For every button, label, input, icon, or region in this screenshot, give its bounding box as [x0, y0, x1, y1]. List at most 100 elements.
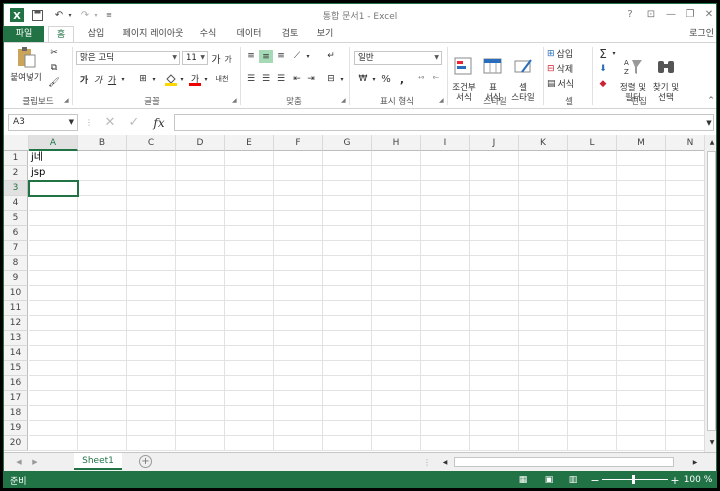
cell-k16[interactable] — [519, 376, 568, 391]
cell-h11[interactable] — [372, 301, 421, 316]
accounting-format-icon[interactable]: ₩ — [356, 73, 370, 85]
insert-function-button[interactable]: fx — [150, 115, 168, 130]
cell-k5[interactable] — [519, 211, 568, 226]
column-header-m[interactable]: M — [617, 135, 666, 151]
cell-f16[interactable] — [274, 376, 323, 391]
cell-d5[interactable] — [176, 211, 225, 226]
cell-b17[interactable] — [78, 391, 127, 406]
cell-m15[interactable] — [617, 361, 666, 376]
cell-a7[interactable] — [29, 241, 78, 256]
cell-b16[interactable] — [78, 376, 127, 391]
cell-g17[interactable] — [323, 391, 372, 406]
cell-g15[interactable] — [323, 361, 372, 376]
cell-j4[interactable] — [470, 196, 519, 211]
cell-l18[interactable] — [568, 406, 617, 421]
align-right-icon[interactable]: ☰ — [274, 73, 288, 85]
align-top-icon[interactable]: ≡ — [244, 50, 258, 62]
cell-d12[interactable] — [176, 316, 225, 331]
orientation-icon[interactable]: ⟋ — [290, 50, 304, 62]
fill-color-dropdown-icon[interactable]: ▾ — [178, 73, 186, 85]
help-button[interactable]: ? — [623, 7, 637, 21]
cell-h5[interactable] — [372, 211, 421, 226]
cell-e20[interactable] — [225, 436, 274, 451]
cell-i10[interactable] — [421, 286, 470, 301]
wrap-text-icon[interactable]: ↵ — [324, 50, 338, 62]
cell-h7[interactable] — [372, 241, 421, 256]
cell-f2[interactable] — [274, 166, 323, 181]
align-center-icon[interactable]: ☰ — [259, 73, 273, 85]
cell-e3[interactable] — [225, 181, 274, 196]
row-header-11[interactable]: 11 — [4, 301, 28, 316]
format-painter-icon[interactable]: 🖌 — [47, 77, 61, 89]
underline-dropdown-icon[interactable]: ▾ — [119, 73, 127, 85]
confirm-entry-button[interactable]: ✓ — [126, 115, 142, 130]
font-name-combo[interactable]: 맑은 고딕 ▼ — [76, 51, 180, 65]
cell-m4[interactable] — [617, 196, 666, 211]
cell-g10[interactable] — [323, 286, 372, 301]
cell-l19[interactable] — [568, 421, 617, 436]
cell-l20[interactable] — [568, 436, 617, 451]
cell-c6[interactable] — [127, 226, 176, 241]
autosum-button[interactable]: Σ — [596, 47, 610, 61]
shrink-font-button[interactable]: 가 — [223, 53, 233, 65]
cell-c13[interactable] — [127, 331, 176, 346]
cell-j16[interactable] — [470, 376, 519, 391]
cell-e7[interactable] — [225, 241, 274, 256]
cell-m1[interactable] — [617, 151, 666, 166]
cell-h4[interactable] — [372, 196, 421, 211]
cell-g11[interactable] — [323, 301, 372, 316]
column-header-g[interactable]: G — [323, 135, 372, 151]
cell-e16[interactable] — [225, 376, 274, 391]
cell-k13[interactable] — [519, 331, 568, 346]
tab-split-grip-icon[interactable]: ⋮ — [423, 456, 431, 468]
zoom-slider[interactable] — [602, 475, 668, 484]
cell-c20[interactable] — [127, 436, 176, 451]
cell-l3[interactable] — [568, 181, 617, 196]
cell-j17[interactable] — [470, 391, 519, 406]
cell-k7[interactable] — [519, 241, 568, 256]
cell-a5[interactable] — [29, 211, 78, 226]
cell-j1[interactable] — [470, 151, 519, 166]
cell-e15[interactable] — [225, 361, 274, 376]
cell-g14[interactable] — [323, 346, 372, 361]
cell-m3[interactable] — [617, 181, 666, 196]
cell-n15[interactable] — [666, 361, 704, 376]
zoom-slider-thumb[interactable] — [632, 475, 635, 484]
cell-b3[interactable] — [78, 181, 127, 196]
column-header-e[interactable]: E — [225, 135, 274, 151]
cell-f17[interactable] — [274, 391, 323, 406]
underline-button[interactable]: 가 — [106, 73, 118, 86]
cell-j7[interactable] — [470, 241, 519, 256]
cell-k2[interactable] — [519, 166, 568, 181]
cell-k15[interactable] — [519, 361, 568, 376]
cell-f5[interactable] — [274, 211, 323, 226]
fill-icon[interactable]: ⬇ — [596, 62, 610, 75]
row-header-6[interactable]: 6 — [4, 226, 28, 241]
cancel-entry-button[interactable]: ✕ — [102, 115, 118, 130]
cell-g5[interactable] — [323, 211, 372, 226]
phonetic-button[interactable]: 내천 — [214, 73, 230, 85]
clipboard-launcher-icon[interactable]: ◢ — [64, 97, 69, 104]
cell-a18[interactable] — [29, 406, 78, 421]
cell-a3[interactable] — [28, 180, 79, 197]
cell-m14[interactable] — [617, 346, 666, 361]
cell-m10[interactable] — [617, 286, 666, 301]
cell-h9[interactable] — [372, 271, 421, 286]
cell-n2[interactable] — [666, 166, 704, 181]
cell-f3[interactable] — [274, 181, 323, 196]
cell-a1[interactable]: j네 — [29, 151, 78, 166]
cell-e2[interactable] — [225, 166, 274, 181]
sign-in-link[interactable]: 로그인 — [689, 26, 714, 43]
sheet-tab-sheet1[interactable]: Sheet1 — [74, 453, 122, 470]
cell-e14[interactable] — [225, 346, 274, 361]
cell-l7[interactable] — [568, 241, 617, 256]
cell-n10[interactable] — [666, 286, 704, 301]
decrease-indent-icon[interactable]: ⇤ — [290, 73, 304, 85]
cell-j11[interactable] — [470, 301, 519, 316]
clear-icon[interactable]: ◆ — [596, 77, 610, 90]
cell-l2[interactable] — [568, 166, 617, 181]
cell-k3[interactable] — [519, 181, 568, 196]
fill-color-icon[interactable] — [164, 72, 178, 86]
close-button[interactable]: ✕ — [702, 7, 716, 21]
cell-c7[interactable] — [127, 241, 176, 256]
